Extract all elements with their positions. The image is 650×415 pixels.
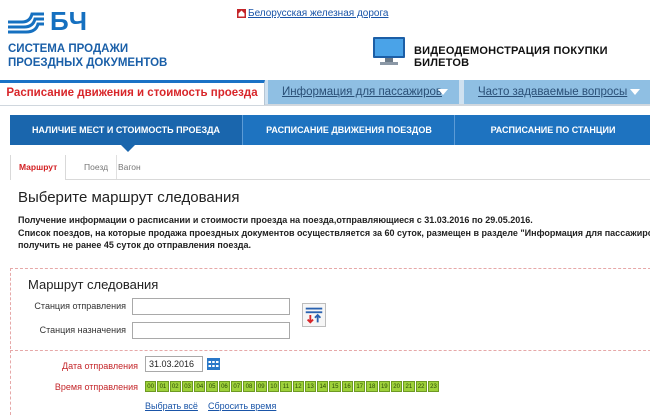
hour-cell[interactable]: 02: [169, 381, 181, 392]
railway-logo-icon[interactable]: [6, 8, 46, 34]
hour-cell[interactable]: 22: [415, 381, 427, 392]
info-line-1: Получение информации о расписании и стои…: [18, 215, 533, 225]
info-line-2: Список поездов, на которые продажа проез…: [18, 227, 650, 238]
hour-cell[interactable]: 21: [403, 381, 415, 392]
hour-selector: 00 01 02 03 04 05 06 07 08 09 10 11 12 13 14 15 16 17 18 19…: [145, 381, 440, 393]
chevron-down-icon[interactable]: [438, 89, 448, 95]
select-all-link[interactable]: Выбрать всё: [145, 401, 198, 411]
departure-date-input[interactable]: 31.03.2016: [145, 356, 203, 372]
hour-cell[interactable]: 17: [354, 381, 366, 392]
departure-time-label: Время отправления: [54, 382, 138, 392]
hour-cell[interactable]: 08: [243, 381, 255, 392]
tab-faq[interactable]: Часто задаваемые вопросы: [464, 80, 650, 104]
hour-cell[interactable]: 23: [427, 381, 440, 392]
system-name-line2: ПРОЕЗДНЫХ ДОКУМЕНТОВ: [8, 57, 168, 69]
video-demo-link[interactable]: ВИДЕОДЕМОНСТРАЦИЯ ПОКУПКИ БИЛЕТОВ: [414, 45, 650, 69]
swap-stations-button[interactable]: [302, 303, 326, 327]
departure-station-input[interactable]: [132, 298, 290, 315]
hour-cell[interactable]: 01: [157, 381, 169, 392]
tab-route[interactable]: Маршрут: [10, 155, 67, 180]
page-title: Выберите маршрут следования: [18, 189, 240, 206]
hour-cell[interactable]: 06: [218, 381, 231, 392]
departure-station-label: Станция отправления: [34, 301, 126, 311]
hour-cell[interactable]: 00: [145, 381, 157, 392]
logo-text[interactable]: БЧ: [50, 6, 88, 37]
hour-cell[interactable]: 04: [194, 381, 206, 392]
nav-station-schedule[interactable]: РАСПИСАНИЕ ПО СТАНЦИИ: [454, 115, 650, 145]
monitor-icon[interactable]: [372, 36, 406, 66]
hour-cell[interactable]: 12: [292, 381, 304, 392]
hour-cell[interactable]: 09: [255, 381, 267, 392]
hour-cell[interactable]: 19: [378, 381, 390, 392]
arrival-station-label: Станция назначения: [39, 325, 126, 335]
arrival-station-input[interactable]: [132, 322, 290, 339]
top-tabs: Расписание движения и стоимость проезда …: [0, 80, 650, 106]
departure-date-label: Дата отправления: [62, 361, 138, 371]
hour-cell[interactable]: 18: [366, 381, 378, 392]
hour-cell[interactable]: 14: [317, 381, 329, 392]
hour-cell[interactable]: 11: [280, 381, 292, 392]
tab-passenger-info[interactable]: Информация для пассажиров: [268, 80, 459, 104]
hour-cell[interactable]: 07: [231, 381, 243, 392]
hour-cell[interactable]: 03: [181, 381, 194, 392]
reset-time-link[interactable]: Сбросить время: [208, 401, 276, 411]
nav-train-schedule[interactable]: РАСПИСАНИЕ ДВИЖЕНИЯ ПОЕЗДОВ: [242, 115, 455, 145]
calendar-icon[interactable]: [207, 358, 220, 370]
home-icon[interactable]: [237, 9, 246, 18]
nav-availability-and-fare[interactable]: НАЛИЧИЕ МЕСТ И СТОИМОСТЬ ПРОЕЗДА: [10, 115, 242, 145]
route-title: Маршрут следования: [28, 277, 159, 292]
info-line-3: получить не ранее 45 суток до отправлени…: [18, 240, 252, 250]
system-name-line1: СИСТЕМА ПРОДАЖИ: [8, 43, 129, 55]
hour-cell[interactable]: 16: [341, 381, 354, 392]
home-link[interactable]: Белорусская железная дорога: [248, 8, 388, 19]
system-name: СИСТЕМА ПРОДАЖИ ПРОЕЗДНЫХ ДОКУМЕНТОВ: [8, 42, 208, 70]
tab-car[interactable]: Вагон: [110, 155, 149, 179]
hour-cell[interactable]: 13: [304, 381, 317, 392]
hour-cell[interactable]: 15: [329, 381, 341, 392]
active-nav-pointer: [121, 145, 135, 152]
hour-cell[interactable]: 20: [390, 381, 403, 392]
chevron-down-icon[interactable]: [630, 89, 640, 95]
info-text: Получение информации о расписании и стои…: [18, 214, 650, 252]
blue-nav: НАЛИЧИЕ МЕСТ И СТОИМОСТЬ ПРОЕЗДА РАСПИСА…: [10, 115, 650, 145]
sub-tabs: Маршрут Поезд Вагон: [10, 155, 650, 180]
tab-schedule-and-fare[interactable]: Расписание движения и стоимость проезда: [0, 80, 265, 105]
hour-cell[interactable]: 10: [267, 381, 280, 392]
hour-cell[interactable]: 05: [206, 381, 218, 392]
